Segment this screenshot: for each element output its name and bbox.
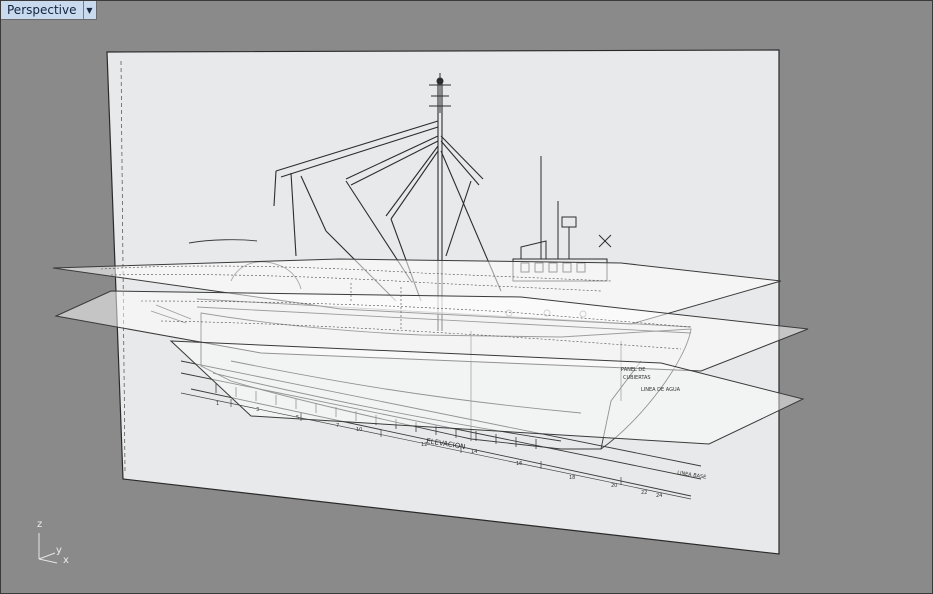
svg-text:3: 3 [256,407,259,413]
svg-text:20: 20 [611,483,617,489]
3d-scene[interactable]: ELEVACION LINEA BASE PANEL DE CUBIERTAS … [1,1,932,593]
axis-y-label: y [56,545,62,556]
deck-label-2: CUBIERTAS [623,375,651,381]
deck-label-3: LINEA DE AGUA [641,387,681,393]
svg-text:5: 5 [296,415,299,421]
svg-text:1: 1 [216,401,219,407]
svg-text:24: 24 [656,493,662,499]
svg-text:22: 22 [641,490,647,496]
svg-text:18: 18 [569,475,575,481]
viewport-title-tab[interactable]: Perspective ▼ [1,1,97,20]
axis-x-label: x [63,555,69,566]
perspective-viewport[interactable]: Perspective ▼ ELEVACION LINEA BASE PANEL… [0,0,933,594]
deck-label-1: PANEL DE [621,367,645,373]
triangle-down-icon[interactable]: ▼ [83,1,96,19]
axis-z-label: z [37,519,43,530]
viewport-title-label[interactable]: Perspective [1,1,84,19]
world-axis-widget: z y x [33,519,73,567]
